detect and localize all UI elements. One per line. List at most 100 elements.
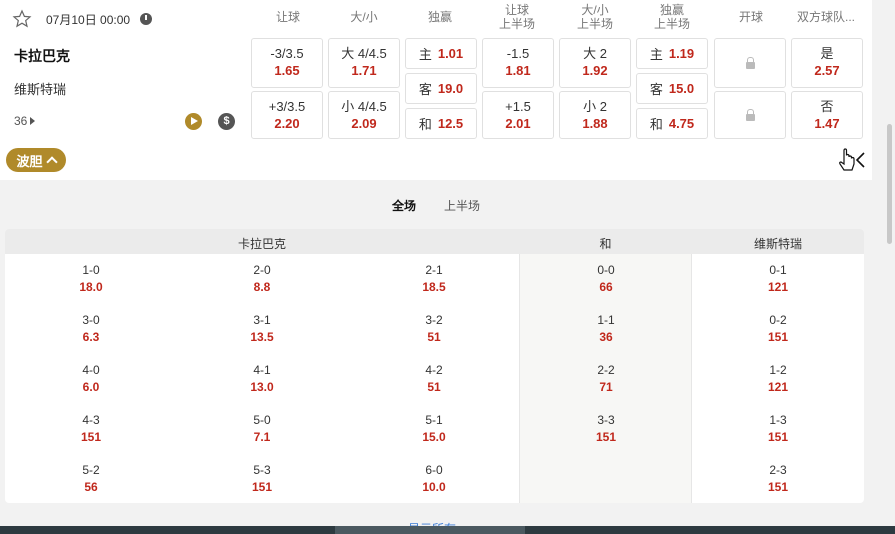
odd-value: 2.01 [505, 116, 531, 131]
tab-fulltime[interactable]: 全场 [392, 197, 416, 214]
score-odd: 10.0 [422, 480, 446, 494]
bottom-bar-highlight [335, 526, 525, 534]
score-cell[interactable]: 0-0 66 [561, 262, 651, 296]
odd-handicap-half-home[interactable]: -1.5 1.81 [482, 38, 554, 88]
col-1x2: 独赢 [427, 10, 452, 24]
odd-handicap-half-away[interactable]: +1.5 2.01 [482, 91, 554, 139]
score-cell[interactable]: 0-2 151 [733, 312, 823, 346]
odd-line: 主 [418, 47, 432, 62]
score-label: 1-0 [82, 263, 100, 277]
odd-handicap-home[interactable]: -3/3.5 1.65 [251, 38, 323, 88]
odd-1x2-draw[interactable]: 和 12.5 [405, 108, 477, 139]
period-tabs: 全场 上半场 [0, 197, 872, 214]
cashout-dollar-icon[interactable]: $ [218, 113, 235, 130]
odd-ou-half-under[interactable]: 小 2 1.88 [559, 91, 631, 139]
score-cell[interactable]: 4-1 13.0 [217, 362, 307, 396]
odd-value: 2.09 [351, 116, 377, 131]
score-cell[interactable]: 4-2 51 [389, 362, 479, 396]
score-cell[interactable]: 1-2 121 [733, 362, 823, 396]
col-1x2-half-l1: 独赢 [659, 3, 684, 17]
score-label: 4-2 [425, 363, 443, 377]
score-cell[interactable]: 3-0 6.3 [46, 312, 136, 346]
lock-icon [746, 109, 755, 121]
odd-line: 小 4/4.5 [341, 99, 387, 114]
score-cell[interactable]: 3-3 151 [561, 412, 651, 446]
odd-1x2-half-away[interactable]: 客 15.0 [636, 73, 708, 104]
score-cell[interactable]: 1-3 151 [733, 412, 823, 446]
score-odd: 151 [767, 430, 789, 444]
odd-line: -3/3.5 [270, 46, 304, 61]
score-cell[interactable]: 2-1 18.5 [389, 262, 479, 296]
score-cell[interactable]: 2-0 8.8 [217, 262, 307, 296]
score-cell[interactable]: 5-2 56 [46, 462, 136, 496]
score-odd: 51 [427, 330, 441, 344]
col-kickoff: 开球 [738, 10, 763, 24]
correct-score-toggle-label: 波胆 [16, 153, 43, 169]
odd-line: 小 2 [583, 99, 607, 114]
more-markets-count: 36 [14, 114, 28, 128]
score-label: 2-3 [769, 463, 787, 477]
scrollbar-thumb[interactable] [887, 124, 892, 244]
score-cell[interactable]: 5-1 15.0 [389, 412, 479, 446]
score-odd: 8.8 [253, 280, 271, 294]
odd-ou-over[interactable]: 大 4/4.5 1.71 [328, 38, 400, 88]
odd-1x2-home[interactable]: 主 1.01 [405, 38, 477, 69]
score-label: 2-2 [597, 363, 615, 377]
score-label: 4-0 [82, 363, 100, 377]
odd-line: 主 [649, 47, 663, 62]
live-clock-icon [140, 13, 153, 25]
score-cell[interactable]: 3-1 13.5 [217, 312, 307, 346]
odd-value: 19.0 [437, 81, 464, 96]
score-cell[interactable]: 1-0 18.0 [46, 262, 136, 296]
col-1x2-half: 独赢 上半场 [642, 3, 702, 31]
play-video-icon[interactable] [185, 113, 202, 130]
odd-line: 大 2 [583, 46, 607, 61]
odd-value: 1.01 [437, 46, 464, 61]
score-label: 2-0 [253, 263, 271, 277]
odd-1x2-half-home[interactable]: 主 1.19 [636, 38, 708, 69]
score-odd: 13.5 [250, 330, 274, 344]
header-home: 卡拉巴克 [237, 237, 286, 251]
score-label: 1-3 [769, 413, 787, 427]
col-btts: 双方球队... [796, 10, 855, 24]
score-odd: 151 [251, 480, 273, 494]
score-odd: 36 [599, 330, 613, 344]
favorite-star-icon[interactable] [12, 9, 32, 29]
score-cell[interactable]: 5-3 151 [217, 462, 307, 496]
odd-1x2-away[interactable]: 客 19.0 [405, 73, 477, 104]
lock-icon [746, 57, 755, 69]
col-1x2-half-l2: 上半场 [653, 17, 690, 31]
score-cell[interactable]: 4-0 6.0 [46, 362, 136, 396]
odd-handicap-away[interactable]: +3/3.5 2.20 [251, 91, 323, 139]
tab-firsthalf[interactable]: 上半场 [444, 197, 480, 214]
score-cell[interactable]: 5-0 7.1 [217, 412, 307, 446]
col-handicap-half-l2: 上半场 [498, 17, 535, 31]
score-odd: 151 [767, 480, 789, 494]
odd-ou-half-over[interactable]: 大 2 1.92 [559, 38, 631, 88]
score-cell[interactable]: 4-3 151 [46, 412, 136, 446]
score-odd: 6.3 [82, 330, 100, 344]
odd-btts-no[interactable]: 否 1.47 [791, 91, 863, 139]
odd-1x2-half-draw[interactable]: 和 4.75 [636, 108, 708, 139]
col-handicap-half: 让球 上半场 [487, 3, 547, 31]
correct-score-header: 卡拉巴克 和 维斯特瑞 [5, 229, 864, 254]
score-cell[interactable]: 0-1 121 [733, 262, 823, 296]
collapse-chevron-icon[interactable] [838, 148, 868, 174]
odd-value: 1.71 [351, 63, 377, 78]
score-label: 3-3 [597, 413, 615, 427]
score-cell[interactable]: 2-2 71 [561, 362, 651, 396]
odd-kickoff-locked-2 [714, 91, 786, 139]
odd-value: 1.47 [814, 116, 840, 131]
header-draw: 和 [599, 237, 612, 251]
odd-btts-yes[interactable]: 是 2.57 [791, 38, 863, 88]
odd-ou-under[interactable]: 小 4/4.5 2.09 [328, 91, 400, 139]
correct-score-toggle-button[interactable]: 波胆 [6, 148, 66, 172]
odd-line: -1.5 [506, 46, 530, 61]
scrollbar[interactable] [884, 0, 895, 526]
score-cell[interactable]: 3-2 51 [389, 312, 479, 346]
score-cell[interactable]: 6-0 10.0 [389, 462, 479, 496]
score-cell[interactable]: 2-3 151 [733, 462, 823, 496]
odd-line: 客 [418, 82, 432, 97]
more-markets-link[interactable]: 36 [14, 114, 36, 128]
score-cell[interactable]: 1-1 36 [561, 312, 651, 346]
